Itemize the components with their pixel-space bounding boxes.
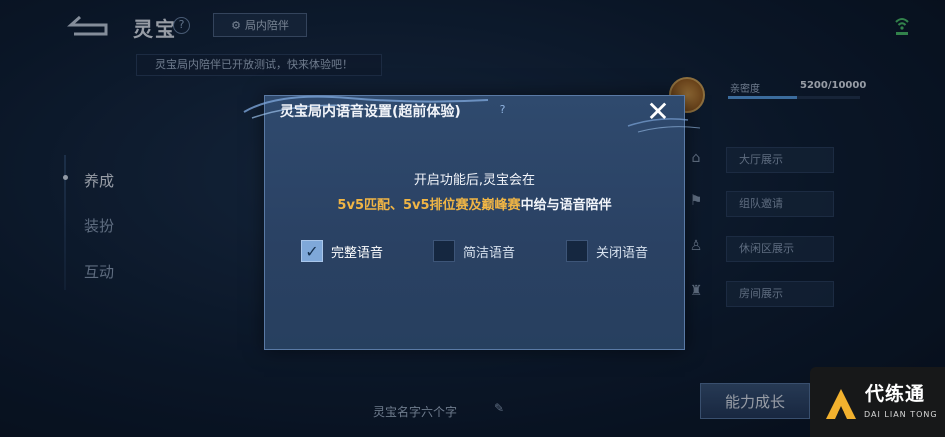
- dialog-message-line1: 开启功能后,灵宝会在: [413, 173, 536, 188]
- option-brief-voice[interactable]: 简洁语音: [433, 239, 515, 263]
- checkbox-unchecked[interactable]: [433, 240, 455, 262]
- option-label: 关闭语音: [596, 245, 649, 261]
- option-label: 完整语音: [331, 245, 384, 261]
- checkbox-checked[interactable]: ✓: [301, 240, 323, 262]
- message-rest: 中给与语音陪伴: [520, 198, 612, 213]
- dialog-title: 灵宝局内语音设置(超前体验): [280, 104, 461, 120]
- option-voice-off[interactable]: 关闭语音: [566, 239, 648, 263]
- option-label: 简洁语音: [463, 245, 516, 261]
- mode-highlight: 5v5匹配、5v5排位赛及巅峰赛: [337, 198, 521, 213]
- option-full-voice[interactable]: ✓ 完整语音: [301, 239, 383, 263]
- checkbox-unchecked[interactable]: [566, 240, 588, 262]
- dialog-help-icon[interactable]: ?: [494, 101, 511, 118]
- watermark-subtitle: DAI LIAN TONG: [864, 410, 938, 419]
- dialog-message-line2: 5v5匹配、5v5排位赛及巅峰赛中给与语音陪伴: [264, 194, 685, 213]
- daliantong-logo-icon: [826, 389, 856, 419]
- watermark-title: 代练通: [865, 383, 926, 405]
- watermark: 代练通 DAI LIAN TONG: [810, 367, 945, 437]
- close-icon[interactable]: ✕: [643, 97, 673, 127]
